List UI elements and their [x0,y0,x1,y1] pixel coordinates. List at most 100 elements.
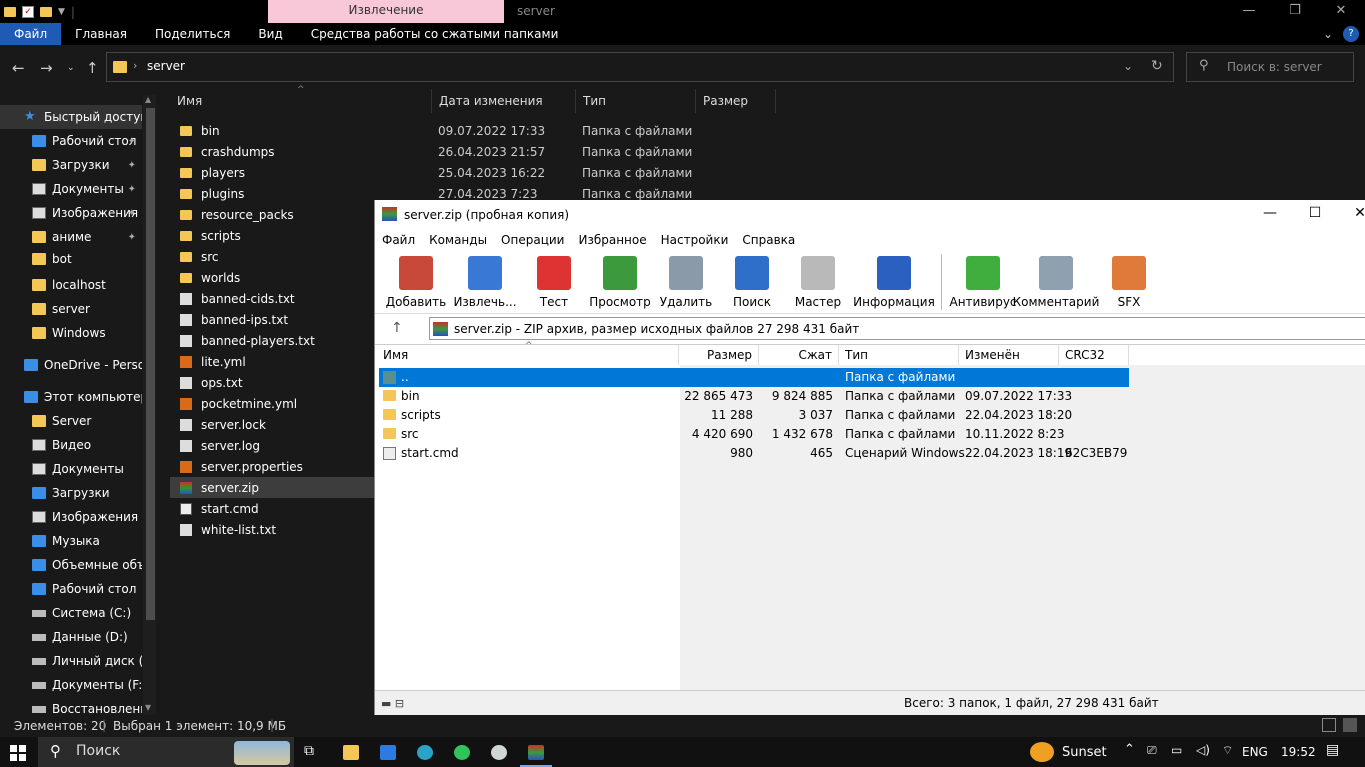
column-header-packed[interactable]: Сжат [759,345,839,365]
ribbon-expand-icon[interactable]: ⌄ [1323,27,1333,41]
folder-icon[interactable] [4,6,16,17]
table-row[interactable]: server.lock [170,414,375,435]
winrar-taskbar-icon[interactable] [528,745,544,760]
tab-share[interactable]: Поделиться [141,23,244,45]
column-header-modified[interactable]: Изменён [959,345,1059,365]
up-arrow-icon[interactable]: ↑ [391,320,403,336]
column-header-type[interactable]: Тип [576,89,696,113]
tab-view[interactable]: Вид [244,23,296,45]
pin-icon[interactable]: ✦ [128,208,136,219]
pin-icon[interactable]: ✦ [128,136,136,147]
table-row[interactable]: pocketmine.yml [170,393,375,414]
close-button[interactable]: ✕ [1345,205,1365,221]
language-indicator[interactable]: ENG [1242,745,1268,759]
sidebar-item[interactable]: Личный диск (E:) [0,649,142,673]
back-arrow-icon[interactable]: ← [12,59,25,77]
scroll-up-icon[interactable]: ▲ [145,95,151,104]
tab-file[interactable]: Файл [0,23,62,45]
table-row[interactable]: lite.yml [170,351,375,372]
table-row[interactable]: banned-players.txt [170,330,375,351]
column-header-crc32[interactable]: CRC32 [1059,345,1129,365]
sidebar-item[interactable]: localhost [0,273,142,297]
toolbar-info-button[interactable]: Информация [851,250,937,312]
sidebar-item[interactable]: OneDrive - Personal [0,353,142,377]
sidebar-item[interactable]: Этот компьютер [0,385,142,409]
notification-icon[interactable]: ▤ [1326,742,1339,758]
column-header-date[interactable]: Дата изменения [432,89,576,113]
table-row[interactable]: start.cmd [170,498,375,519]
scroll-down-icon[interactable]: ▼ [145,703,151,712]
menu-commands[interactable]: Команды [429,233,487,247]
whatsapp-icon[interactable] [454,745,470,760]
table-row[interactable]: banned-ips.txt [170,309,375,330]
sidebar-item[interactable]: Изображения [0,505,142,529]
sidebar-item[interactable]: аниме ✦ [0,225,142,249]
mail-icon[interactable] [380,745,396,760]
sidebar-item[interactable]: server [0,297,142,321]
menu-help[interactable]: Справка [742,233,795,247]
file-explorer-taskbar-icon[interactable] [343,745,359,760]
table-row[interactable]: white-list.txt [170,519,375,540]
new-folder-icon[interactable] [40,6,52,17]
tab-home[interactable]: Главная [61,23,141,45]
table-row[interactable]: bin [170,120,375,141]
table-row[interactable]: plugins [170,183,375,204]
weather-sunset-icon[interactable] [1030,742,1054,762]
sidebar-item[interactable]: Изображения ✦ [0,201,142,225]
table-row[interactable]: resource_packs [170,204,375,225]
menu-operations[interactable]: Операции [501,233,564,247]
volume-icon[interactable]: ◁) [1196,743,1210,757]
table-row[interactable]: worlds [170,267,375,288]
properties-check-icon[interactable]: ✓ [22,5,34,18]
sidebar-item[interactable]: Музыка [0,529,142,553]
edge-browser-icon[interactable] [417,745,433,760]
toolbar-test-button[interactable]: Тест [521,250,587,312]
table-row[interactable]: players [170,162,375,183]
table-row[interactable]: server.zip [170,477,375,498]
sidebar-item[interactable]: Объемные объекты [0,553,142,577]
toolbar-view-book-button[interactable]: Просмотр [587,250,653,312]
pin-icon[interactable]: ✦ [128,160,136,171]
battery-icon[interactable]: ▭ [1171,743,1182,757]
details-view-icon[interactable] [1322,718,1336,732]
up-arrow-icon[interactable]: ↑ [86,59,99,77]
table-row[interactable]: start.cmd 980 465 Сценарий Windows 22.04.202… [379,444,1129,463]
weather-label[interactable]: Sunset [1062,745,1107,760]
toolbar-extract-button[interactable]: Извлечь... [449,250,521,312]
recent-dropdown-icon[interactable]: ⌄ [67,63,75,73]
archive-path-field[interactable]: server.zip - ZIP архив, размер исходных … [429,317,1365,340]
toolbar-add-archive-button[interactable]: Добавить [383,250,449,312]
address-bar[interactable]: › server ⌄ ↻ [106,52,1174,82]
menu-favorites[interactable]: Избранное [578,233,646,247]
toolbar-delete-button[interactable]: Удалить [653,250,719,312]
column-header-type[interactable]: Тип [839,345,959,365]
sidebar-item[interactable]: Видео [0,433,142,457]
breadcrumb-chevron-icon[interactable]: › [133,59,137,72]
context-tab-extract[interactable]: Извлечение [268,0,504,23]
menu-file[interactable]: Файл [382,233,415,247]
menu-settings[interactable]: Настройки [661,233,729,247]
network-icon[interactable]: ⌔ [1222,743,1233,758]
maximize-button[interactable]: ❐ [1272,0,1318,23]
sidebar-item[interactable]: Загрузки [0,481,142,505]
toolbar-find-button[interactable]: Поиск [719,250,785,312]
chatgpt-icon[interactable] [491,745,507,760]
search-input[interactable]: ⚲ Поиск в: server [1186,52,1354,82]
column-header-size[interactable]: Размер [679,345,759,365]
toolbar-comment-button[interactable]: Комментарий [1013,250,1099,312]
breadcrumb[interactable]: server [147,59,185,73]
table-row[interactable]: server.log [170,435,375,456]
minimize-button[interactable]: — [1255,205,1285,221]
nav-scroll-thumb[interactable] [146,108,155,620]
sidebar-item[interactable]: Загрузки ✦ [0,153,142,177]
table-row[interactable]: scripts 11 288 3 037 Папка с файлами 22.04.2… [379,406,1129,425]
sidebar-item[interactable]: Windows [0,321,142,345]
address-dropdown-icon[interactable]: ⌄ [1123,59,1133,73]
sidebar-item[interactable]: bot [0,247,142,271]
help-icon[interactable]: ? [1343,26,1359,42]
table-row[interactable]: src [170,246,375,267]
sidebar-item[interactable]: Данные (D:) [0,625,142,649]
refresh-icon[interactable]: ↻ [1151,58,1163,74]
qat-dropdown-icon[interactable]: ▼ [58,7,65,17]
table-row[interactable]: bin 22 865 473 9 824 885 Папка с файлами 09.… [379,387,1129,406]
